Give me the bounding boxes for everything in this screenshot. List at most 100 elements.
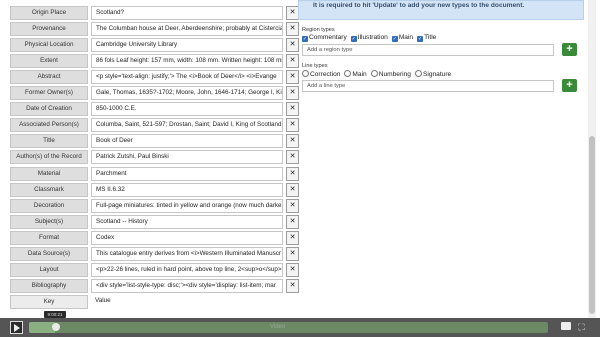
progress-knob[interactable] [52,323,60,331]
delete-row-button[interactable]: ✕ [286,102,299,117]
delete-row-button[interactable]: ✕ [286,54,299,69]
metadata-value[interactable]: Columba, Saint, 521-597; Drostan, Saint;… [91,118,283,133]
line-type-option[interactable]: Correction [302,70,340,78]
region-types-options: ✓ Commentary ✓ Illustration ✓ Main ✓ Title [302,34,440,43]
add-line-type-button[interactable]: + [562,79,577,92]
metadata-value[interactable]: Gale, Thomas, 1635?-1702; Moore, John, 1… [91,86,283,101]
metadata-row: Subject(s) Scotland -- History ✕ [10,214,299,229]
radio-icon[interactable] [370,70,378,77]
new-metadata-row: Key Value [10,294,292,309]
metadata-value[interactable]: 86 fols Leaf height: 157 mm, width: 108 … [91,54,283,69]
line-type-option-label: Main [352,71,367,78]
delete-row-button[interactable]: ✕ [286,118,299,133]
metadata-key[interactable]: Extent [10,54,88,69]
delete-row-button[interactable]: ✕ [286,70,299,85]
metadata-key[interactable]: Associated Person(s) [10,118,88,133]
delete-row-button[interactable]: ✕ [286,278,299,293]
metadata-row: Abstract <p style='text-align: justify;'>… [10,70,299,85]
line-types-options: Correction Main Numbering Signature [302,70,455,79]
delete-row-button[interactable]: ✕ [286,166,299,181]
metadata-value[interactable]: <p style='text-align: justify;'> The <i>… [91,70,283,85]
metadata-key[interactable]: Material [10,166,88,181]
radio-icon[interactable] [302,70,309,77]
metadata-value[interactable]: <p>22-26 lines, ruled in hard point, abo… [91,262,283,277]
region-type-option-label: Illustration [357,34,388,41]
checkbox-icon[interactable]: ✓ [350,36,357,42]
region-type-option[interactable]: ✓ Title [417,34,436,42]
delete-row-button[interactable]: ✕ [286,198,299,213]
metadata-row: Origin Place Scotland? ✕ [10,6,299,20]
metadata-value[interactable]: The Columban house at Deer, Aberdeenshir… [91,22,283,37]
metadata-key[interactable]: Data Source(s) [10,246,88,261]
metadata-key[interactable]: Bibliography [10,278,88,293]
metadata-value[interactable]: Scotland? [91,6,283,20]
metadata-value[interactable]: Parchment [91,166,283,181]
metadata-key[interactable]: Former Owner(s) [10,86,88,101]
line-type-input[interactable]: Add a line type [302,80,554,92]
line-type-option-label: Correction [310,71,341,78]
metadata-value[interactable]: Book of Deer [91,134,283,149]
delete-row-button[interactable]: ✕ [286,214,299,229]
region-type-option[interactable]: ✓ Illustration [350,34,388,42]
metadata-row: Provenance The Columban house at Deer, Ab… [10,22,299,37]
scrollbar-thumb[interactable] [589,136,595,314]
delete-row-button[interactable]: ✕ [286,150,299,165]
checkbox-icon[interactable]: ✓ [391,36,398,42]
page-scrollbar[interactable] [588,0,596,318]
metadata-key[interactable]: Provenance [10,22,88,37]
metadata-key[interactable]: Title [10,134,88,149]
line-type-option[interactable]: Signature [414,70,451,78]
metadata-row: Title Book of Deer ✕ [10,134,299,149]
delete-row-button[interactable]: ✕ [286,230,299,245]
checkbox-icon[interactable]: ✓ [417,36,424,42]
metadata-key[interactable]: Abstract [10,70,88,85]
region-type-option-label: Title [424,34,437,41]
delete-row-button[interactable]: ✕ [286,182,299,197]
metadata-value[interactable]: 850-1000 C.E. [91,102,283,117]
metadata-key[interactable]: Author(s) of the Record [10,150,88,165]
metadata-row: Decoration Full-page miniatures: tinted i… [10,198,299,213]
region-type-option[interactable]: ✓ Commentary [302,34,347,42]
time-tooltip: 9:00:21 [44,311,66,318]
play-button[interactable] [10,321,23,334]
metadata-value[interactable]: Cambridge University Library [91,38,283,53]
metadata-value[interactable]: MS II.6.32 [91,182,283,197]
captions-icon[interactable] [561,322,571,330]
region-type-input[interactable]: Add a region type [302,44,554,56]
metadata-key[interactable]: Decoration [10,198,88,213]
metadata-row: Layout <p>22-26 lines, ruled in hard poin… [10,262,299,277]
radio-icon[interactable] [414,70,422,77]
delete-row-button[interactable]: ✕ [286,262,299,277]
new-value-input[interactable]: Value [91,294,283,309]
metadata-value[interactable]: Scotland -- History [91,214,283,229]
new-key-input[interactable]: Key [10,294,88,309]
delete-row-button[interactable]: ✕ [286,22,299,37]
notice-banner: It is required to hit 'Update' to add yo… [298,0,584,20]
fullscreen-icon[interactable]: ⛶ [576,322,587,333]
radio-icon[interactable] [344,70,352,77]
metadata-key[interactable]: Classmark [10,182,88,197]
metadata-value[interactable]: Patrick Zutshi, Paul Binski [91,150,283,165]
line-type-option[interactable]: Numbering [370,70,411,78]
metadata-value[interactable]: Codex [91,230,283,245]
add-region-type-button[interactable]: + [562,43,577,56]
line-type-option[interactable]: Main [344,70,367,78]
checkbox-icon[interactable]: ✓ [302,36,308,42]
metadata-key[interactable]: Format [10,230,88,245]
metadata-key[interactable]: Date of Creation [10,102,88,117]
metadata-key[interactable]: Physical Location [10,38,88,53]
metadata-key[interactable]: Origin Place [10,6,88,20]
metadata-key[interactable]: Subject(s) [10,214,88,229]
metadata-row: Former Owner(s) Gale, Thomas, 1635?-1702;… [10,86,299,101]
delete-row-button[interactable]: ✕ [286,246,299,261]
region-type-option-label: Commentary [309,34,347,41]
delete-row-button[interactable]: ✕ [286,38,299,53]
delete-row-button[interactable]: ✕ [286,134,299,149]
metadata-value[interactable]: <div style='list-style-type: disc;'><div… [91,278,283,293]
metadata-value[interactable]: Full-page miniatures: tinted in yellow a… [91,198,283,213]
metadata-key[interactable]: Layout [10,262,88,277]
delete-row-button[interactable]: ✕ [286,86,299,101]
video-progress-bar[interactable] [29,322,548,333]
metadata-value[interactable]: This catalogue entry derives from <i>Wes… [91,246,283,261]
region-type-option[interactable]: ✓ Main [391,34,413,42]
